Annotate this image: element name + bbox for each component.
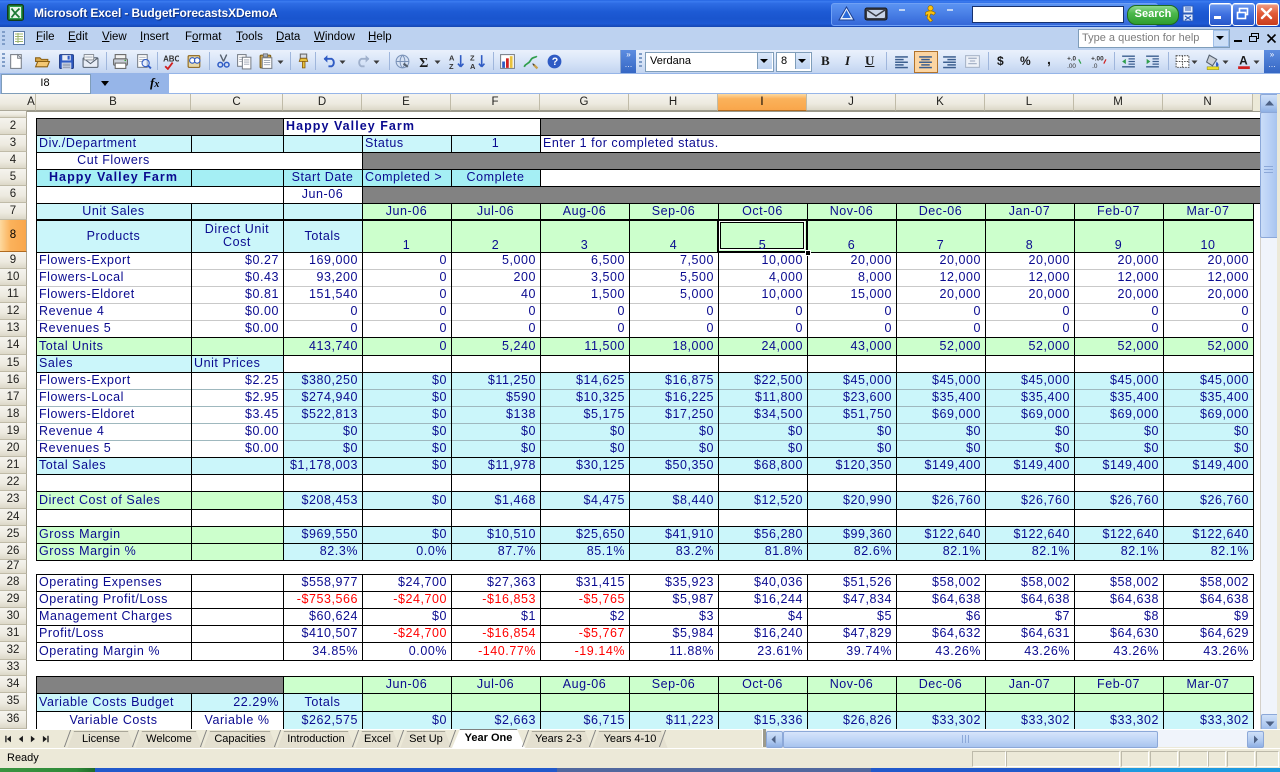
svg-text:+.0: +.0 xyxy=(1067,55,1076,62)
svg-text:Z: Z xyxy=(449,62,454,70)
svg-text:ABC: ABC xyxy=(163,55,179,64)
svg-text:?: ? xyxy=(552,56,558,68)
svg-text:.0: .0 xyxy=(1092,63,1098,70)
svg-text:A: A xyxy=(470,62,476,70)
svg-text:A: A xyxy=(1239,55,1248,68)
svg-text:Σ: Σ xyxy=(419,55,428,70)
svg-text:.00: .00 xyxy=(1067,63,1076,70)
svg-text:+.00: +.00 xyxy=(1091,55,1104,62)
